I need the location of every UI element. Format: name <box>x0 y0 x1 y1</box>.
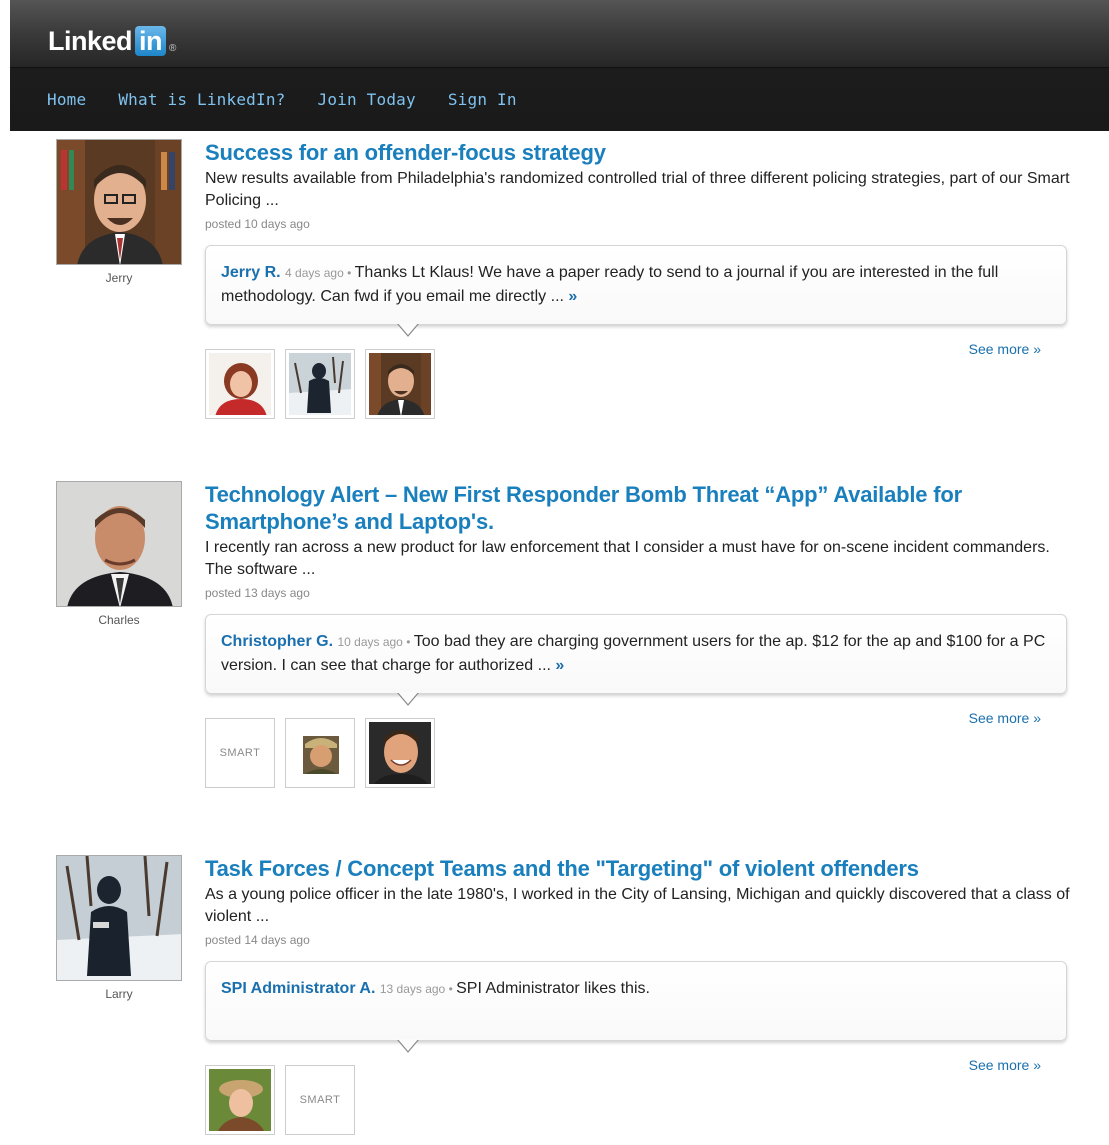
smart-logo-icon: SMART <box>219 747 261 759</box>
police-officer-icon <box>57 856 181 980</box>
post-timestamp: posted 14 days ago <box>205 933 310 947</box>
nav-join-today-link[interactable]: Join Today <box>318 90 416 109</box>
post-author: Charles <box>56 481 182 627</box>
post-author: Larry <box>56 855 182 1001</box>
post-timestamp: posted 13 days ago <box>205 586 310 600</box>
post-excerpt: I recently ran across a new product for … <box>205 539 1050 578</box>
post-content: Technology Alert – New First Responder B… <box>205 481 1075 788</box>
participant-avatars: See more » <box>205 341 1075 419</box>
post-title-link[interactable]: Technology Alert – New First Responder B… <box>205 481 1075 535</box>
author-name[interactable]: Charles <box>56 613 182 627</box>
comment-time: 13 days ago <box>379 982 446 996</box>
woman-portrait-icon <box>209 353 271 415</box>
post-content: Success for an offender-focus strategy N… <box>205 139 1075 419</box>
post-title-link[interactable]: Task Forces / Concept Teams and the "Tar… <box>205 855 1075 882</box>
participant-avatar[interactable] <box>285 349 355 419</box>
author-photo[interactable] <box>56 855 182 981</box>
comment-more-link[interactable]: » <box>568 288 577 305</box>
bubble-pointer-icon <box>397 692 419 706</box>
commenter-name-link[interactable]: Jerry R. <box>221 264 281 281</box>
logo-registered-mark: ® <box>169 43 176 54</box>
see-more-link[interactable]: See more » <box>969 341 1041 357</box>
police-officer-icon <box>289 353 351 415</box>
post-timestamp: posted 10 days ago <box>205 217 310 231</box>
logo-word: Linked <box>48 26 133 56</box>
participant-avatar[interactable]: SMART <box>285 1065 355 1135</box>
participant-avatars: SMART See more » <box>205 710 1075 788</box>
participant-avatars: SMART See more » <box>205 1057 1075 1135</box>
see-more-link[interactable]: See more » <box>969 710 1041 726</box>
man-smiling-portrait-icon <box>369 722 431 784</box>
man-hat-portrait-icon <box>289 722 351 784</box>
nav-home-link[interactable]: Home <box>47 90 86 109</box>
participant-avatar[interactable] <box>285 718 355 788</box>
participant-avatar[interactable]: SMART <box>205 718 275 788</box>
participant-avatar[interactable] <box>365 349 435 419</box>
comment-separator: • <box>343 266 355 280</box>
nav-sign-in-link[interactable]: Sign In <box>448 90 517 109</box>
smart-logo-icon: SMART <box>299 1094 341 1106</box>
commenter-name-link[interactable]: SPI Administrator A. <box>221 980 375 997</box>
post-excerpt: New results available from Philadelphia'… <box>205 170 1070 209</box>
author-name[interactable]: Larry <box>56 987 182 1001</box>
comment-text: SPI Administrator likes this. <box>456 980 650 997</box>
see-more-link[interactable]: See more » <box>969 1057 1041 1073</box>
comment-time: 4 days ago <box>285 266 344 280</box>
woman-hat-portrait-icon <box>209 1069 271 1131</box>
commenter-name-link[interactable]: Christopher G. <box>221 633 333 650</box>
nav-what-is-linkedin-link[interactable]: What is LinkedIn? <box>118 90 285 109</box>
author-name[interactable]: Jerry <box>56 271 182 285</box>
linkedin-logo[interactable]: Linked in ® <box>48 22 176 56</box>
man-portrait-icon <box>57 140 181 264</box>
comment-time: 10 days ago <box>337 635 403 649</box>
latest-comment-bubble: Jerry R. 4 days ago • Thanks Lt Klaus! W… <box>205 245 1067 337</box>
post-excerpt: As a young police officer in the late 19… <box>205 886 1070 925</box>
man-portrait-icon <box>57 482 181 606</box>
man-portrait-icon <box>369 353 431 415</box>
comment-separator: • <box>402 635 414 649</box>
top-nav: Home What is LinkedIn? Join Today Sign I… <box>47 90 549 109</box>
author-photo[interactable] <box>56 481 182 607</box>
post-author: Jerry <box>56 139 182 285</box>
post-content: Task Forces / Concept Teams and the "Tar… <box>205 855 1075 1135</box>
logo-in-badge: in <box>135 26 167 56</box>
participant-avatar[interactable] <box>365 718 435 788</box>
participant-avatar[interactable] <box>205 1065 275 1135</box>
comment-more-link[interactable]: » <box>555 657 564 674</box>
latest-comment-bubble: SPI Administrator A. 13 days ago • SPI A… <box>205 961 1067 1053</box>
latest-comment-bubble: Christopher G. 10 days ago • Too bad the… <box>205 614 1067 706</box>
bubble-pointer-icon <box>397 323 419 337</box>
comment-separator: • <box>445 982 457 996</box>
post-title-link[interactable]: Success for an offender-focus strategy <box>205 139 1075 166</box>
author-photo[interactable] <box>56 139 182 265</box>
participant-avatar[interactable] <box>205 349 275 419</box>
site-header: Linked in ® Home What is LinkedIn? Join … <box>10 0 1109 131</box>
bubble-pointer-icon <box>397 1039 419 1053</box>
